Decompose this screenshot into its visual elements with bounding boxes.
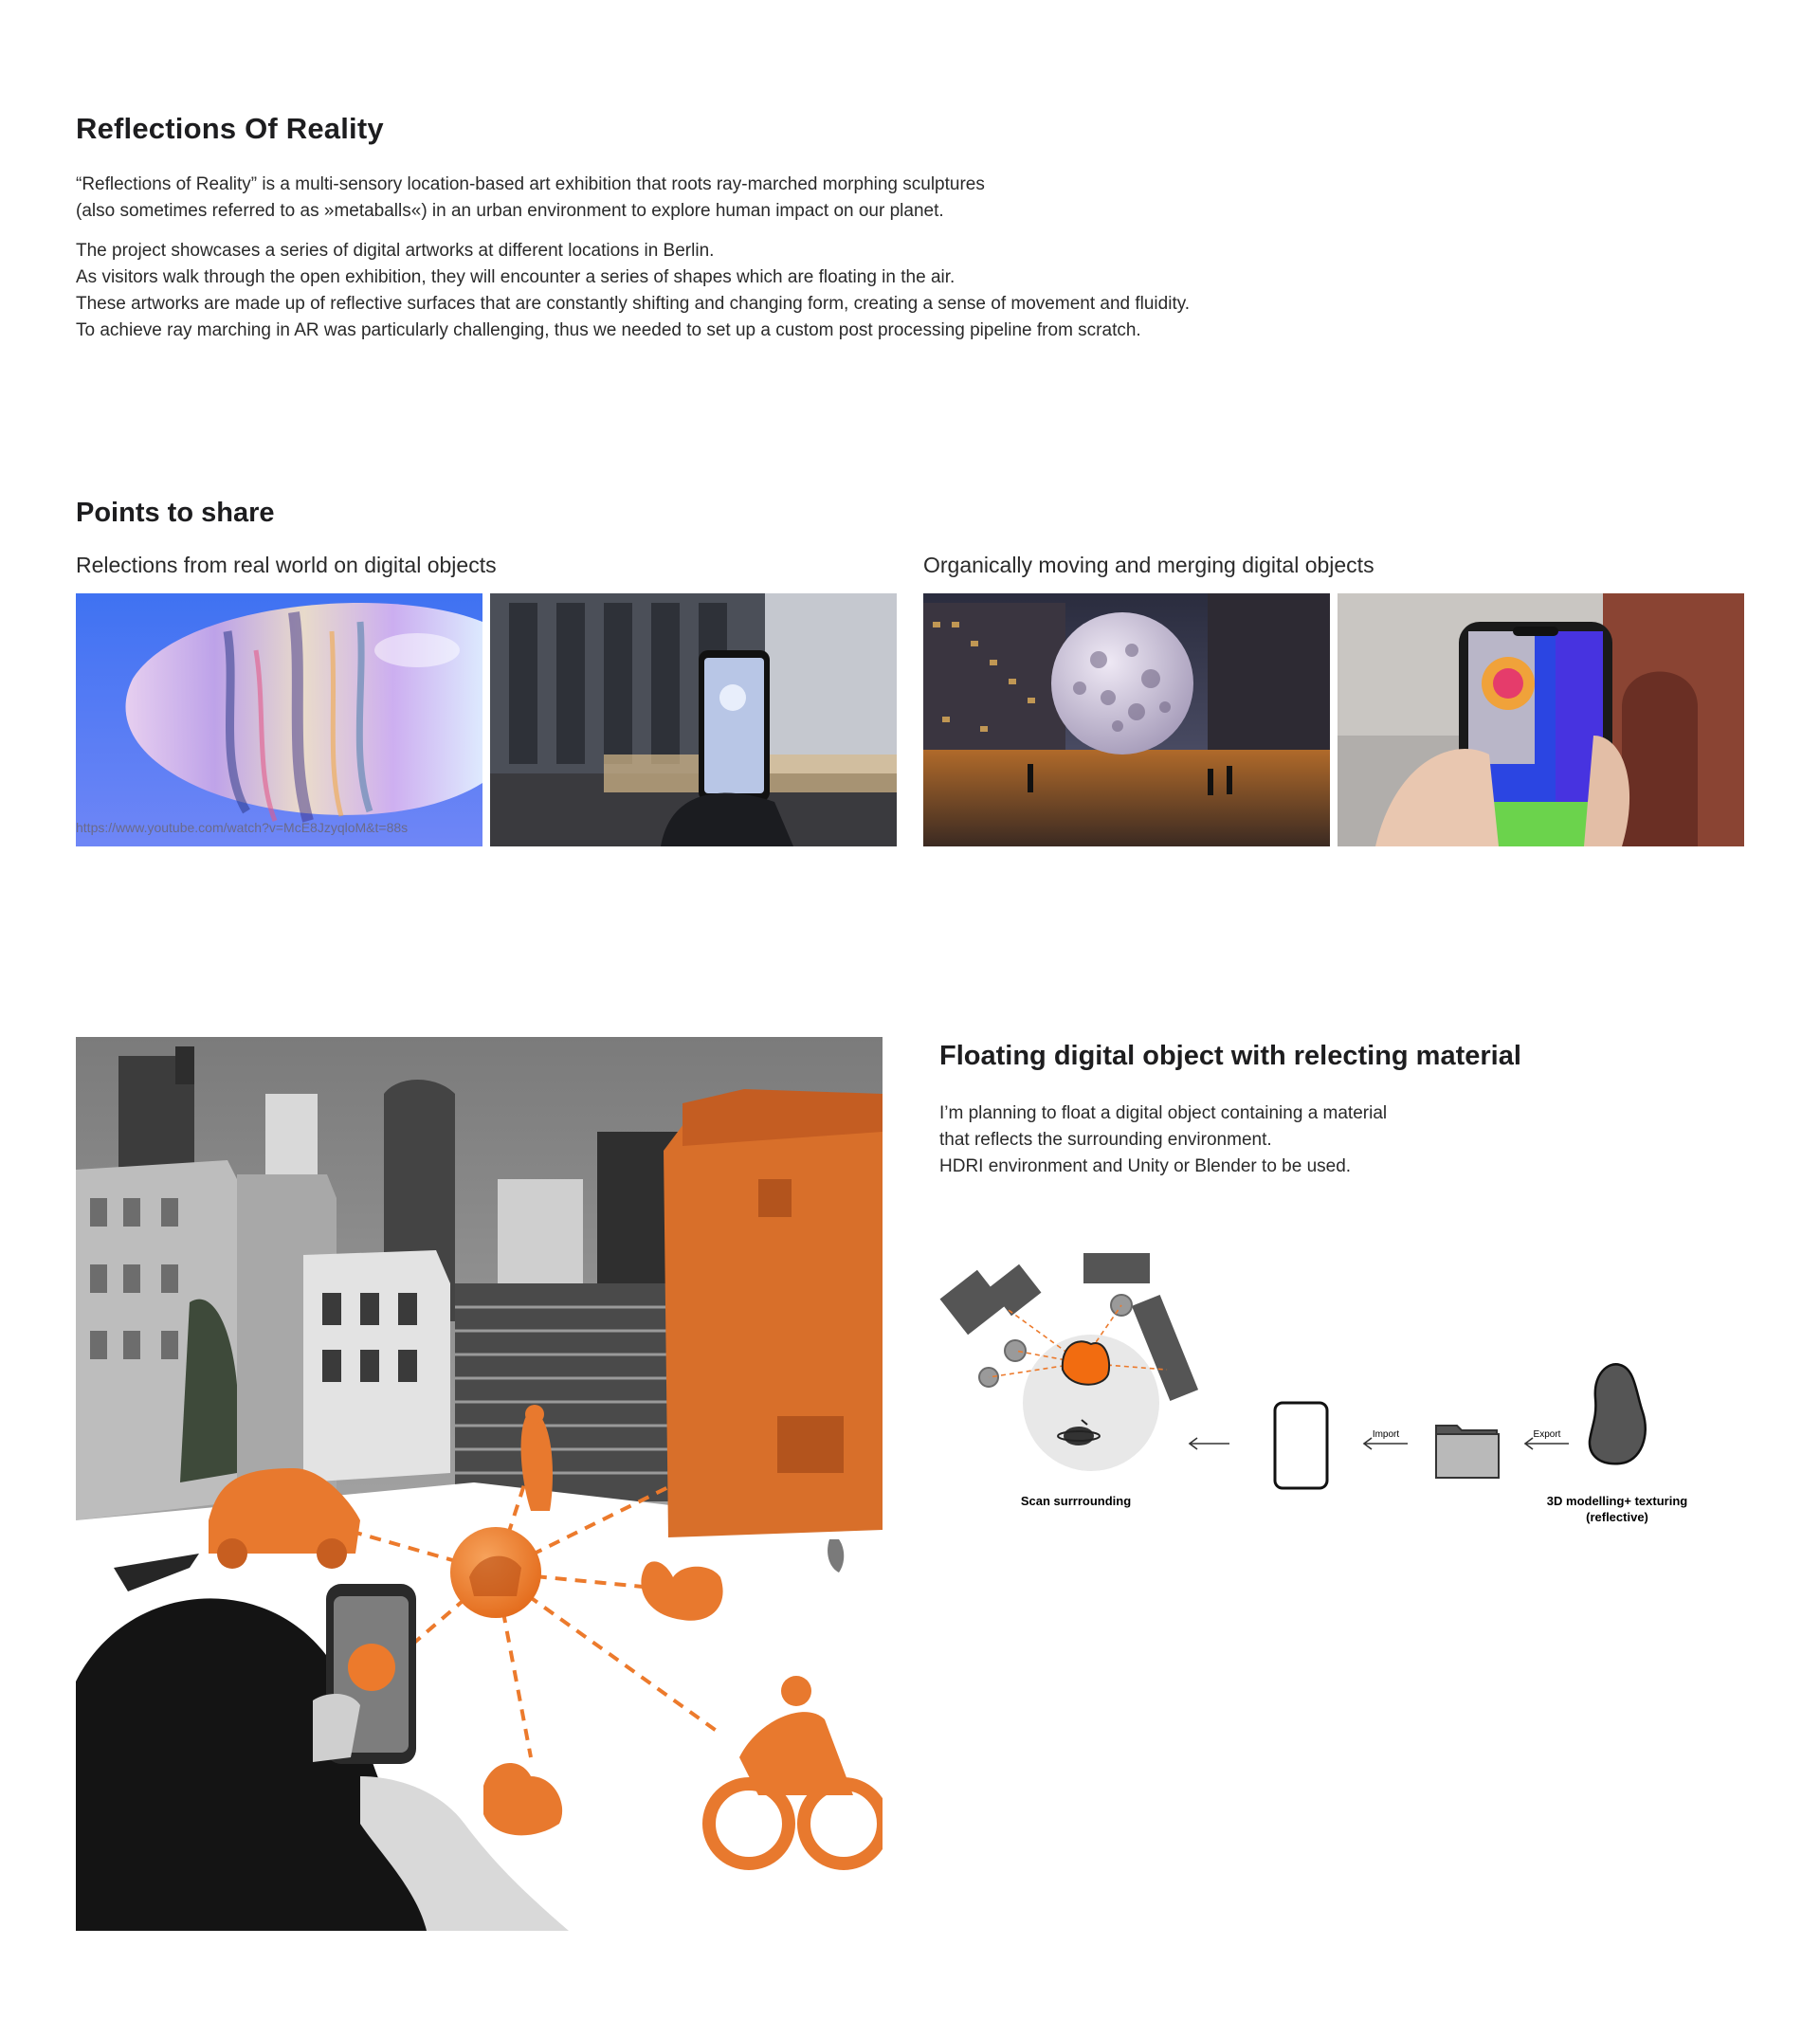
- body-paragraph: The project showcases a series of digita…: [76, 238, 1190, 344]
- body-line: As visitors walk through the open exhibi…: [76, 267, 956, 287]
- reflection-render-image: https://www.youtube.com/watch?v=McE8Jzyq…: [76, 593, 482, 846]
- floating-line: HDRI environment and Unity or Blender to…: [939, 1156, 1352, 1176]
- page-title: Reflections Of Reality: [76, 112, 384, 145]
- modelling-sub-label: (reflective): [1586, 1510, 1648, 1524]
- body-line: These artworks are made up of reflective…: [76, 294, 1191, 314]
- right-subtitle: Organically moving and merging digital o…: [923, 553, 1374, 577]
- floating-description: I’m planning to float a digital object c…: [939, 1100, 1387, 1180]
- intro-paragraph: “Reflections of Reality” is a multi-sens…: [76, 172, 985, 225]
- metaball-city-night-image: [923, 593, 1330, 846]
- import-label: Import: [1373, 1429, 1400, 1440]
- points-title: Points to share: [76, 498, 275, 528]
- urban-collage-illustration: [76, 1037, 883, 1931]
- intro-line: “Reflections of Reality” is a multi-sens…: [76, 174, 985, 194]
- export-label: Export: [1534, 1429, 1561, 1440]
- intro-line: (also sometimes referred to as »metaball…: [76, 201, 944, 221]
- floating-line: I’m planning to float a digital object c…: [939, 1103, 1388, 1123]
- video-url-caption[interactable]: https://www.youtube.com/watch?v=McE8Jzyq…: [76, 820, 408, 835]
- modelling-label: 3D modelling+ texturing: [1547, 1494, 1687, 1508]
- body-line: The project showcases a series of digita…: [76, 241, 715, 261]
- ar-phone-hand-image: [1338, 593, 1744, 846]
- scan-surrounding-illustration: [939, 1253, 1199, 1471]
- workflow-diagram: Scan surrrounding Import Export 3D model…: [939, 1253, 1687, 1524]
- 3d-model-blob-icon: [1588, 1363, 1647, 1465]
- ar-phone-street-image: [490, 593, 897, 846]
- left-subtitle: Relections from real world on digital ob…: [76, 553, 497, 577]
- phone-icon: [1273, 1401, 1329, 1490]
- floating-title: Floating digital object with relecting m…: [939, 1041, 1521, 1071]
- floating-line: that reflects the surrounding environmen…: [939, 1130, 1272, 1150]
- body-line: To achieve ray marching in AR was partic…: [76, 320, 1141, 340]
- folder-icon: [1435, 1425, 1500, 1479]
- arrow-icon: [1188, 1437, 1229, 1450]
- scan-surrounding-label: Scan surrrounding: [1021, 1494, 1131, 1508]
